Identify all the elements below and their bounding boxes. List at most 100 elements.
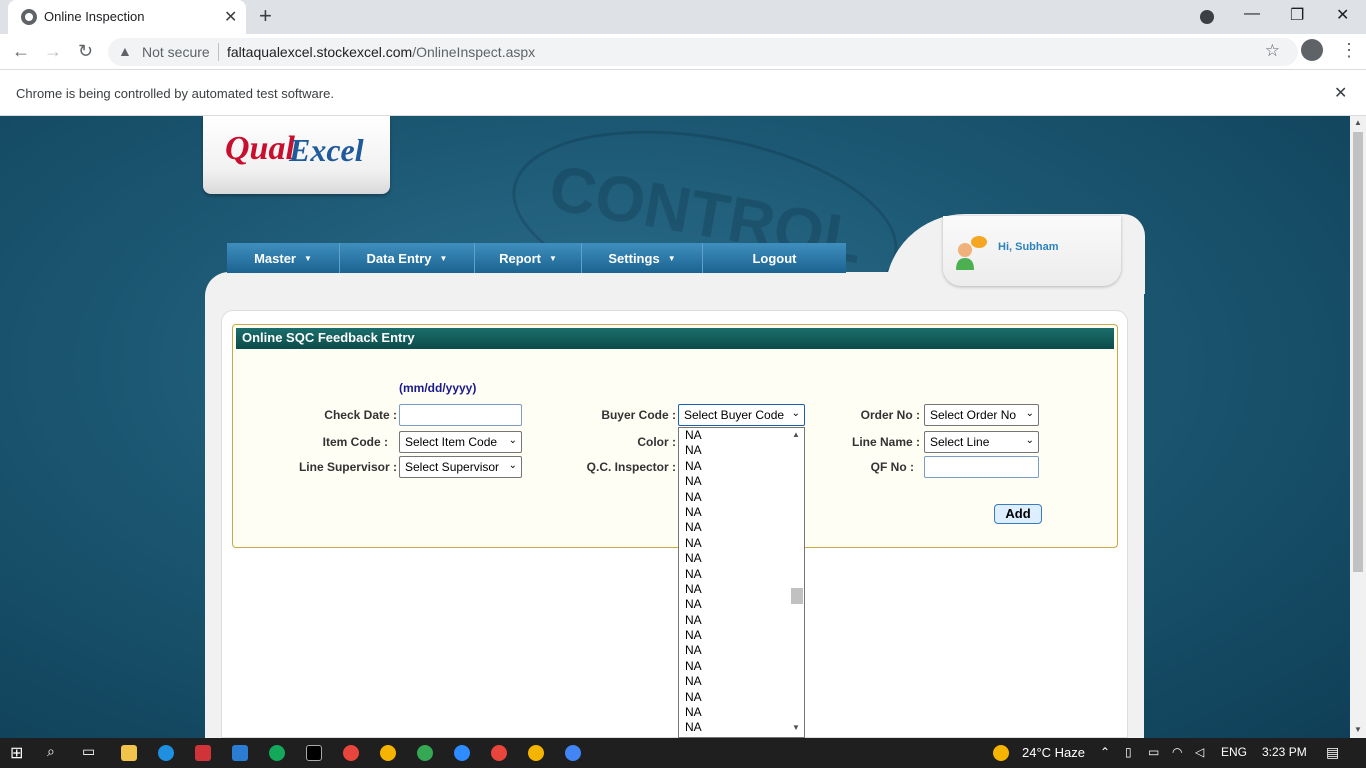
reload-icon[interactable]: ↻ xyxy=(78,41,93,62)
line-supervisor-select[interactable]: Select Supervisor ⌄ xyxy=(399,456,522,478)
menu-master[interactable]: Master ▼ xyxy=(227,243,340,273)
teamviewer-icon[interactable] xyxy=(454,745,470,761)
new-tab-button[interactable]: + xyxy=(259,3,272,29)
weather-text[interactable]: 24°C Haze xyxy=(1022,745,1085,760)
clock[interactable]: 3:23 PM xyxy=(1262,745,1307,759)
page-scrollbar[interactable]: ▲ ▼ xyxy=(1350,116,1366,738)
user-greeting: Hi, Subham xyxy=(998,241,1059,253)
check-date-input[interactable] xyxy=(399,404,522,426)
wps-icon[interactable] xyxy=(195,745,211,761)
windows-taskbar: ⊞ ⌕ ▭ 24°C Haze ⌃ ▯ ▭ ◠ ◁ ENG 3:23 PM ▤ xyxy=(0,738,1366,768)
qc-inspector-label: Q.C. Inspector : xyxy=(586,460,676,474)
upwork-icon[interactable] xyxy=(269,745,285,761)
chrome-icon[interactable] xyxy=(380,745,396,761)
wifi-icon[interactable]: ◠ xyxy=(1172,745,1182,759)
scroll-down-arrow-icon[interactable]: ▼ xyxy=(1354,725,1362,734)
tab-close-icon[interactable]: ✕ xyxy=(224,7,237,27)
profile-avatar-icon[interactable] xyxy=(1301,39,1323,61)
infobar-message: Chrome is being controlled by automated … xyxy=(16,86,334,101)
menu-logout[interactable]: Logout xyxy=(703,243,846,273)
window-close-icon[interactable]: ✕ xyxy=(1336,5,1349,25)
dropdown-option[interactable]: NA xyxy=(679,490,804,505)
notifications-icon[interactable]: ▤ xyxy=(1326,744,1339,761)
chrome-icon[interactable] xyxy=(417,745,433,761)
qf-no-label: QF No : xyxy=(870,460,914,474)
dropdown-option[interactable]: NA xyxy=(679,613,804,628)
dropdown-option[interactable]: NA xyxy=(679,690,804,705)
line-name-select[interactable]: Select Line ⌄ xyxy=(924,431,1039,453)
dropdown-option[interactable]: NA xyxy=(679,443,804,458)
dropdown-option[interactable]: NA xyxy=(679,659,804,674)
caret-down-icon: ▼ xyxy=(548,253,557,263)
vscode-icon[interactable] xyxy=(232,745,248,761)
address-bar[interactable]: ▲ Not secure faltaqualexcel.stockexcel.c… xyxy=(108,38,1298,66)
buyer-code-dropdown-list[interactable]: NA NA NA NA NA NA NA NA NA NA NA NA NA NA NA NA NA NA NA NA… xyxy=(678,427,805,738)
menu-kebab-icon[interactable]: ⋮ xyxy=(1340,40,1358,61)
url-text[interactable]: faltaqualexcel.stockexcel.com/OnlineInsp… xyxy=(227,44,535,60)
task-view-icon[interactable]: ▭ xyxy=(82,743,95,760)
item-code-label: Item Code : xyxy=(322,435,388,449)
dropdown-option[interactable]: NA xyxy=(679,597,804,612)
scroll-thumb[interactable] xyxy=(791,588,803,604)
menu-settings[interactable]: Settings ▼ xyxy=(582,243,703,273)
search-icon[interactable]: ⌕ xyxy=(47,743,55,760)
caret-down-icon: ▼ xyxy=(304,253,312,263)
dropdown-option[interactable]: NA xyxy=(679,705,804,720)
scroll-up-arrow-icon[interactable]: ▲ xyxy=(792,430,800,439)
dropdown-option[interactable]: NA xyxy=(679,520,804,535)
windows-start-icon[interactable]: ⊞ xyxy=(10,743,23,763)
chrome-icon[interactable] xyxy=(528,745,544,761)
dropdown-option[interactable]: NA xyxy=(679,551,804,566)
qf-no-input[interactable] xyxy=(924,456,1039,478)
chevron-down-icon: ⌄ xyxy=(1025,435,1034,446)
language-indicator[interactable]: ENG xyxy=(1221,745,1247,759)
security-label[interactable]: Not secure xyxy=(142,44,210,60)
dropdown-option[interactable]: NA xyxy=(679,459,804,474)
form-title: Online SQC Feedback Entry xyxy=(236,328,1114,349)
chrome-icon[interactable] xyxy=(343,745,359,761)
back-icon[interactable]: ← xyxy=(12,41,30,62)
page-scroll-thumb[interactable] xyxy=(1353,132,1363,572)
chevron-down-icon: ⌄ xyxy=(791,408,800,419)
caret-down-icon: ▼ xyxy=(667,253,676,263)
minimize-icon[interactable]: — xyxy=(1244,5,1260,23)
dropdown-option[interactable]: NA xyxy=(679,428,804,443)
menu-report[interactable]: Report ▼ xyxy=(475,243,582,273)
dropdown-option[interactable]: NA xyxy=(679,643,804,658)
file-explorer-icon[interactable] xyxy=(121,745,137,761)
scroll-up-arrow-icon[interactable]: ▲ xyxy=(1354,118,1362,127)
bookmark-star-icon[interactable]: ☆ xyxy=(1265,41,1280,61)
dropdown-option[interactable]: NA xyxy=(679,628,804,643)
dropdown-scrollbar[interactable]: ▲ ▼ xyxy=(788,428,804,737)
scroll-down-arrow-icon[interactable]: ▼ xyxy=(792,723,800,732)
dropdown-option[interactable]: NA xyxy=(679,567,804,582)
dropdown-option[interactable]: NA xyxy=(679,505,804,520)
dropdown-option[interactable]: NA xyxy=(679,582,804,597)
restore-icon[interactable]: ❐ xyxy=(1290,5,1304,25)
infobar-close-icon[interactable]: ✕ xyxy=(1334,83,1347,103)
chrome-icon[interactable] xyxy=(491,745,507,761)
tab-search-icon[interactable] xyxy=(1200,10,1214,24)
battery-icon[interactable]: ▭ xyxy=(1148,745,1159,759)
browser-tab[interactable]: Online Inspection ✕ xyxy=(8,0,246,34)
dropdown-option[interactable]: NA xyxy=(679,474,804,489)
network-icon[interactable]: ▯ xyxy=(1125,745,1132,759)
weather-icon[interactable] xyxy=(993,745,1009,761)
chrome-active-icon[interactable] xyxy=(565,745,581,761)
globe-icon xyxy=(21,9,37,25)
dropdown-option[interactable]: NA xyxy=(679,536,804,551)
tray-arrow-icon[interactable]: ⌃ xyxy=(1100,745,1110,759)
dropdown-option[interactable]: NA xyxy=(679,720,804,735)
qualexcel-logo[interactable]: Qual Excel xyxy=(203,116,390,194)
order-no-select[interactable]: Select Order No ⌄ xyxy=(924,404,1039,426)
item-code-select[interactable]: Select Item Code ⌄ xyxy=(399,431,522,453)
forward-icon[interactable]: → xyxy=(44,41,62,62)
warning-icon[interactable]: ▲ xyxy=(118,43,132,59)
cmd-icon[interactable] xyxy=(306,745,322,761)
volume-icon[interactable]: ◁ xyxy=(1195,745,1204,759)
edge-icon[interactable] xyxy=(158,745,174,761)
dropdown-option[interactable]: NA xyxy=(679,674,804,689)
add-button[interactable]: Add xyxy=(994,504,1042,524)
buyer-code-select[interactable]: Select Buyer Code ⌄ xyxy=(678,404,805,426)
menu-data-entry[interactable]: Data Entry ▼ xyxy=(340,243,475,273)
